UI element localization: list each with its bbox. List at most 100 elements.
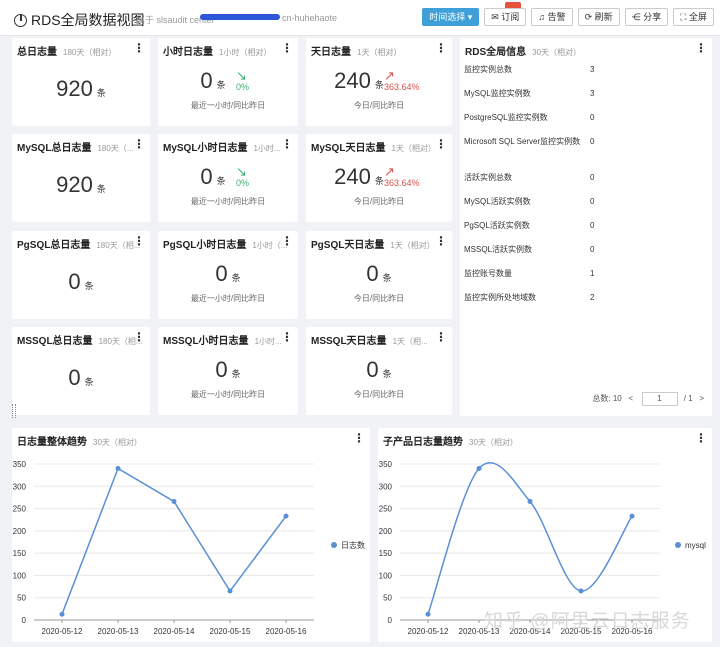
x-tick-label: 2020-05-12: [42, 627, 83, 636]
stat-card-title: PgSQL总日志量 180天（相...: [17, 240, 141, 251]
more-menu-icon[interactable]: ⋮: [435, 234, 447, 248]
x-tick-label: 2020-05-13: [98, 627, 139, 636]
redaction-mark: [200, 14, 280, 20]
y-tick-label: 100: [379, 571, 393, 580]
stat-value: 0条: [68, 365, 94, 390]
data-point: [227, 588, 233, 594]
stat-card-title: MSSQL总日志量 180天（相...: [17, 336, 143, 347]
more-menu-icon[interactable]: ⋮: [435, 330, 447, 344]
legend-marker: [331, 542, 337, 548]
fullscreen-button[interactable]: ⛶ 全屏: [673, 8, 714, 26]
stat-value: 0条: [200, 68, 226, 93]
stat-card: PgSQL天日志量 1天（相对） ⋮ 0 条今日/同比昨日: [306, 231, 452, 319]
refresh-button[interactable]: ⟳ 刷新: [577, 8, 620, 26]
compare-label: 最近一小时/同比昨日: [190, 101, 266, 110]
y-tick-label: 50: [383, 594, 392, 603]
subscribe-button[interactable]: ✉ 订阅: [484, 8, 527, 26]
drag-handle[interactable]: [12, 404, 16, 418]
more-menu-icon[interactable]: ⋮: [695, 41, 707, 55]
y-tick-label: 150: [13, 549, 27, 558]
stat-card-title: 总日志量 180天（相对）: [17, 47, 117, 58]
alert-button[interactable]: ♫ 告警: [531, 8, 573, 26]
stat-value: 0条: [215, 357, 241, 382]
fullscreen-icon: ⛶: [680, 12, 689, 22]
stat-card: MySQL天日志量 1天（相对） ⋮ 240 条 ↗ 363.64% 今日/同比昨日: [306, 134, 452, 222]
compare-label: 最近一小时/同比昨日: [190, 197, 266, 206]
stat-value: 240 条: [334, 68, 384, 93]
x-tick-label: 2020-05-12: [408, 627, 449, 636]
data-point: [115, 465, 121, 471]
stat-value: 0条: [68, 269, 94, 294]
more-menu-icon[interactable]: ⋮: [133, 330, 145, 344]
rds-info-table: RDS全局信息 30天（相对） ⋮ 监控实例总数 3 MySQL监控实例数 3 Postg…: [460, 38, 712, 416]
y-tick-label: 300: [379, 482, 393, 491]
data-point: [425, 611, 431, 617]
bell-icon: ♫: [538, 12, 548, 22]
stat-card: 总日志量 180天（相对） ⋮ 920 条: [12, 38, 150, 126]
y-tick-label: 200: [13, 527, 27, 536]
more-menu-icon[interactable]: ⋮: [281, 234, 293, 248]
more-menu-icon[interactable]: ⋮: [133, 41, 145, 55]
arrow-down-right-icon: ↘: [236, 68, 247, 83]
stat-card: MSSQL天日志量 1天（相... ⋮ 0 条今日/同比昨日: [306, 327, 452, 415]
next-page-button[interactable]: >: [699, 394, 704, 403]
stat-card: MSSQL总日志量 180天（相... ⋮ 0 条: [12, 327, 150, 415]
trend-indicator: ↘ 0%: [236, 68, 250, 92]
y-tick-label: 150: [379, 549, 393, 558]
y-tick-label: 100: [13, 571, 27, 580]
arrow-up-right-icon: ↗: [384, 164, 395, 179]
stat-value: 920 条: [56, 172, 106, 197]
share-button[interactable]: ⋲ 分享: [624, 8, 669, 26]
page-input[interactable]: 1: [641, 392, 678, 406]
data-point: [578, 588, 584, 594]
stat-card-title: MySQL天日志量 1天（相对）: [311, 143, 436, 154]
stat-card: PgSQL总日志量 180天（相... ⋮ 0 条: [12, 231, 150, 319]
arrow-up-right-icon: ↗: [384, 68, 395, 83]
dashboard-icon: [14, 14, 27, 27]
more-menu-icon[interactable]: ⋮: [281, 41, 293, 55]
more-menu-icon[interactable]: ⋮: [133, 234, 145, 248]
more-menu-icon[interactable]: ⋮: [435, 137, 447, 151]
share-icon: ⋲: [631, 12, 644, 22]
stat-card: MySQL小时日志量 1小时... ⋮ 0 条 ↘ 0% 最近一小时/同比昨日: [158, 134, 298, 222]
y-tick-label: 300: [13, 482, 27, 491]
stat-card: MySQL总日志量 180天（... ⋮ 920 条: [12, 134, 150, 222]
compare-label: 今日/同比昨日: [353, 294, 405, 303]
more-menu-icon[interactable]: ⋮: [281, 137, 293, 151]
more-menu-icon[interactable]: ⋮: [281, 330, 293, 344]
arrow-down-right-icon: ↘: [236, 164, 247, 179]
prev-page-button[interactable]: <: [628, 394, 633, 403]
data-point: [476, 465, 482, 471]
compare-label: 最近一小时/同比昨日: [190, 390, 266, 399]
toolbar: 时间选择 ▾ ✉ 订阅 ♫ 告警 ⟳ 刷新 ⋲ 分享 ⛶ 全屏: [422, 8, 714, 26]
compare-label: 今日/同比昨日: [353, 390, 405, 399]
rds-info-title: RDS全局信息 30天（相对）: [465, 47, 582, 58]
compare-label: 最近一小时/同比昨日: [190, 294, 266, 303]
more-menu-icon[interactable]: ⋮: [133, 137, 145, 151]
data-point: [171, 498, 177, 504]
x-tick-label: 2020-05-16: [266, 627, 307, 636]
stat-card: 小时日志量 1小时（相对） ⋮ 0 条 ↘ 0% 最近一小时/同比昨日: [158, 38, 298, 126]
data-point: [527, 498, 533, 504]
stat-card-title: MSSQL天日志量 1天（相...: [311, 336, 428, 347]
time-select-button[interactable]: 时间选择 ▾: [422, 8, 480, 26]
x-tick-label: 2020-05-14: [154, 627, 195, 636]
y-tick-label: 0: [388, 616, 393, 625]
y-tick-label: 200: [379, 527, 393, 536]
more-menu-icon[interactable]: ⋮: [435, 41, 447, 55]
data-point: [59, 611, 65, 617]
data-point: [629, 513, 635, 519]
y-tick-label: 0: [22, 616, 27, 625]
stat-value: 0条: [215, 261, 241, 286]
legend-marker: [675, 542, 681, 548]
series-line: [427, 461, 633, 615]
legend-label: 日志数: [341, 540, 365, 550]
pagination: 总数: 10 < 1 / 1 >: [592, 392, 704, 406]
trend-indicator: ↗ 363.64%: [384, 164, 420, 188]
y-tick-label: 50: [17, 594, 26, 603]
stat-card-title: MySQL总日志量 180天（...: [17, 143, 134, 154]
stat-card-title: 天日志量 1天（相对）: [311, 47, 402, 58]
series-line: [61, 467, 287, 615]
stat-card-title: MySQL小时日志量 1小时...: [163, 143, 281, 154]
stat-value: 240 条: [334, 164, 384, 189]
